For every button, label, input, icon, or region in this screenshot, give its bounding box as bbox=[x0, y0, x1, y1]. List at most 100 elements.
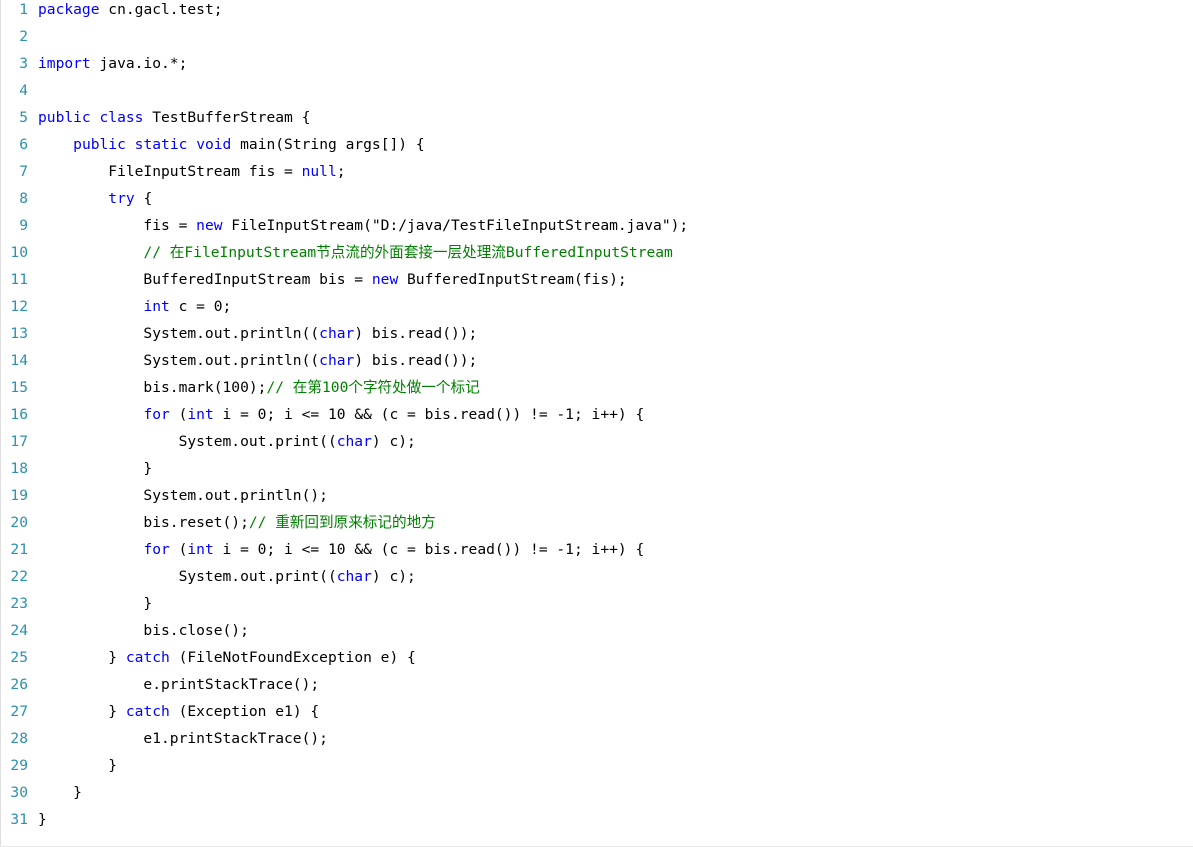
code-token: { bbox=[134, 190, 153, 207]
line-number: 31 bbox=[10, 811, 28, 828]
code-text: // 在FileInputStream节点流的外面套接一层处理流Buffered… bbox=[38, 243, 673, 263]
code-text: System.out.print((char) c); bbox=[38, 432, 416, 452]
line-number: 18 bbox=[10, 460, 28, 477]
code-token: ; bbox=[336, 163, 346, 180]
line-number: 25 bbox=[10, 649, 28, 666]
code-text: public class TestBufferStream { bbox=[38, 108, 310, 128]
line-number: 24 bbox=[10, 622, 28, 639]
comment-token: // 重新回到原来标记的地方 bbox=[248, 514, 436, 531]
code-text: package cn.gacl.test; bbox=[38, 0, 223, 20]
code-token: (Exception e1) { bbox=[169, 703, 320, 720]
keyword-token: static bbox=[134, 136, 188, 153]
keyword-token: char bbox=[336, 433, 372, 450]
code-token: ) c); bbox=[371, 568, 416, 585]
code-text: } catch (Exception e1) { bbox=[38, 702, 319, 722]
line-number: 28 bbox=[10, 730, 28, 747]
code-token: System.out.print(( bbox=[38, 568, 337, 585]
code-token: System.out.print(( bbox=[38, 433, 337, 450]
line-number: 27 bbox=[10, 703, 28, 720]
code-text: try { bbox=[38, 189, 152, 209]
keyword-token: new bbox=[196, 217, 223, 234]
code-text: FileInputStream fis = null; bbox=[38, 162, 346, 182]
code-text: System.out.println((char) bis.read()); bbox=[38, 324, 477, 344]
code-text: } bbox=[38, 783, 82, 803]
code-text: for (int i = 0; i <= 10 && (c = bis.read… bbox=[38, 540, 644, 560]
code-token: TestBufferStream { bbox=[143, 109, 311, 126]
keyword-token: package bbox=[38, 1, 100, 18]
code-token: System.out.println(( bbox=[38, 352, 320, 369]
keyword-token: int bbox=[187, 541, 214, 558]
code-token: ) c); bbox=[371, 433, 416, 450]
code-text: import java.io.*; bbox=[38, 54, 187, 74]
keyword-token: public bbox=[38, 109, 91, 126]
line-number: 17 bbox=[10, 433, 28, 450]
code-token: ) bis.read()); bbox=[354, 325, 478, 342]
code-text: bis.reset();// 重新回到原来标记的地方 bbox=[38, 513, 436, 533]
line-number: 11 bbox=[10, 271, 28, 288]
keyword-token: void bbox=[196, 136, 232, 153]
comment-token: // 在FileInputStream节点流的外面套接一层处理流Buffered… bbox=[143, 244, 673, 261]
keyword-token: new bbox=[371, 271, 399, 288]
code-token: } bbox=[38, 595, 153, 612]
code-text: fis = new FileInputStream("D:/java/TestF… bbox=[38, 216, 688, 236]
code-text: BufferedInputStream bis = new BufferedIn… bbox=[38, 270, 626, 290]
code-token: e.printStackTrace(); bbox=[38, 676, 320, 693]
code-text: bis.mark(100);// 在第100个字符处做一个标记 bbox=[38, 378, 480, 398]
line-number: 30 bbox=[10, 784, 28, 801]
code-text: } bbox=[38, 594, 152, 614]
line-number: 13 bbox=[10, 325, 28, 342]
code-text: e.printStackTrace(); bbox=[38, 675, 319, 695]
keyword-token: public bbox=[73, 136, 126, 153]
keyword-token: for bbox=[143, 541, 170, 558]
keyword-token: try bbox=[108, 190, 135, 207]
code-token: FileInputStream("D:/java/TestFileInputSt… bbox=[222, 217, 689, 234]
line-number: 21 bbox=[10, 541, 28, 558]
code-block: 1 package cn.gacl.test; 2 3 import java.io.*… bbox=[0, 0, 1193, 847]
code-token: System.out.println(( bbox=[38, 325, 320, 342]
code-token: e1.printStackTrace(); bbox=[38, 730, 328, 747]
line-number: 26 bbox=[10, 676, 28, 693]
keyword-token: int bbox=[143, 298, 170, 315]
line-number: 22 bbox=[10, 568, 28, 585]
keyword-token: class bbox=[99, 109, 144, 126]
code-text: } bbox=[38, 459, 152, 479]
code-token: } bbox=[38, 460, 153, 477]
line-number: 15 bbox=[10, 379, 28, 396]
line-number: 19 bbox=[10, 487, 28, 504]
keyword-token: char bbox=[336, 568, 372, 585]
code-token: bis.reset(); bbox=[38, 514, 249, 531]
code-token: c = 0; bbox=[169, 298, 232, 315]
code-token: BufferedInputStream bis = bbox=[38, 271, 372, 288]
code-token: ) bis.read()); bbox=[354, 352, 478, 369]
code-token: i = 0; i <= 10 && (c = bis.read()) != -1… bbox=[213, 406, 645, 423]
line-number: 4 bbox=[19, 82, 28, 99]
line-number: 23 bbox=[10, 595, 28, 612]
line-number: 6 bbox=[19, 136, 28, 153]
code-token: java.io.*; bbox=[90, 55, 188, 72]
line-number: 14 bbox=[10, 352, 28, 369]
line-number: 12 bbox=[10, 298, 28, 315]
line-number: 3 bbox=[19, 55, 28, 72]
keyword-token: import bbox=[38, 55, 91, 72]
line-number: 16 bbox=[10, 406, 28, 423]
keyword-token: for bbox=[143, 406, 170, 423]
comment-token: // 在第100个字符处做一个标记 bbox=[266, 379, 480, 396]
code-text: } bbox=[38, 810, 47, 830]
line-number: 8 bbox=[19, 190, 28, 207]
code-token: main(String args[]) { bbox=[231, 136, 425, 153]
code-token: System.out.println(); bbox=[38, 487, 328, 504]
code-text: bis.close(); bbox=[38, 621, 248, 641]
code-text: for (int i = 0; i <= 10 && (c = bis.read… bbox=[38, 405, 644, 425]
code-text: System.out.println((char) bis.read()); bbox=[38, 351, 477, 371]
keyword-token: char bbox=[319, 352, 355, 369]
keyword-token: char bbox=[319, 325, 355, 342]
line-number: 5 bbox=[19, 109, 28, 126]
code-token: (FileNotFoundException e) { bbox=[169, 649, 416, 666]
code-token: bis.mark(100); bbox=[38, 379, 267, 396]
code-token: } bbox=[38, 757, 118, 774]
code-token: } bbox=[38, 811, 47, 828]
